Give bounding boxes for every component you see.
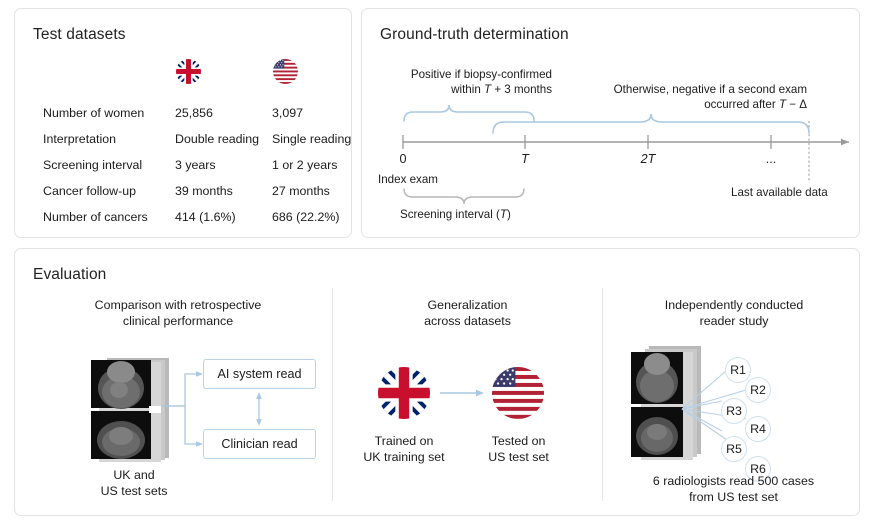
section2-right-caption-line1: Tested on: [491, 434, 546, 448]
last-available-data-label: Last available data: [731, 186, 828, 199]
positive-rule-line1: Positive if biopsy-confirmed: [410, 68, 552, 81]
panel-test-datasets: Test datasets Number of women 25,856 3,0…: [14, 8, 352, 238]
reader-label-R5: R5: [726, 442, 742, 456]
negative-rule-pre: occurred after: [704, 98, 779, 111]
section2-title-line1: Generalization: [427, 298, 508, 312]
reader-badge-R5[interactable]: R5: [721, 436, 747, 462]
screening-interval-var: T: [499, 208, 507, 221]
mammogram-stack-reader-study: [623, 344, 713, 469]
table-cell-uk: 25,856: [175, 106, 213, 120]
us-flag-icon: [492, 367, 544, 419]
tick-label-0: 0: [399, 152, 407, 166]
tick-label-T: T: [521, 152, 529, 166]
tick-label-ellipsis: ...: [765, 152, 777, 166]
table-row-label: Screening interval: [43, 158, 143, 172]
reader-badge-R1[interactable]: R1: [725, 357, 751, 383]
table-row-label: Cancer follow-up: [43, 184, 136, 198]
panel-title-ground-truth: Ground-truth determination: [380, 26, 569, 43]
uk-flag-icon: [378, 367, 430, 419]
table-cell-us: 27 months: [272, 184, 330, 198]
uk-flag-icon: [176, 59, 201, 84]
reader-label-R4: R4: [750, 422, 766, 436]
reader-badge-R4[interactable]: R4: [745, 416, 771, 442]
table-row-label: Number of women: [43, 106, 145, 120]
reader-badge-R3[interactable]: R3: [721, 398, 747, 424]
panel-title-test-datasets: Test datasets: [33, 26, 126, 43]
table-cell-us: 3,097: [272, 106, 304, 120]
positive-rule-line2: within T + 3 months: [372, 82, 552, 97]
section3-caption-line1: 6 radiologists read 500 cases: [652, 474, 815, 488]
generalization-arrowhead: [476, 389, 484, 397]
brace-positive-rule: [403, 104, 535, 122]
table-cell-uk: 3 years: [175, 158, 216, 172]
section2-left-caption-line1: Trained on: [374, 434, 434, 448]
table-row-label: Interpretation: [43, 132, 117, 146]
panel-title-evaluation: Evaluation: [33, 266, 107, 283]
negative-rule-line2: occurred after T − Δ: [542, 97, 807, 112]
ai-system-read-box[interactable]: AI system read: [203, 359, 316, 389]
reader-label-R1: R1: [730, 363, 746, 377]
ai-system-read-label: AI system read: [217, 367, 302, 381]
screening-interval-post: ): [506, 208, 511, 221]
table-cell-uk: Double reading: [175, 132, 260, 146]
clinician-read-box[interactable]: Clinician read: [203, 429, 316, 459]
table-row-label: Number of cancers: [43, 210, 148, 224]
panel-ground-truth: Ground-truth determination Positive if b…: [361, 8, 860, 238]
brace-negative-rule: [492, 113, 810, 134]
section2-left-caption-line2: UK training set: [363, 450, 445, 464]
panel-evaluation: Evaluation Comparison with retrospective…: [14, 248, 860, 516]
section3-title-line2: reader study: [699, 314, 769, 328]
section2-right-caption-line2: US test set: [488, 450, 549, 464]
screening-interval-label: Screening interval (T): [400, 207, 511, 222]
timeline-arrowhead: [841, 138, 849, 146]
clinician-read-label: Clinician read: [221, 437, 298, 451]
positive-rule-pre: within: [451, 83, 484, 96]
section3-caption-line2: from US test set: [689, 490, 778, 504]
negative-rule-post: − Δ: [786, 98, 807, 111]
section1-caption-line1: UK and: [113, 468, 155, 482]
section1-caption-line2: US test sets: [100, 484, 168, 498]
reader-label-R2: R2: [750, 383, 766, 397]
reader-badge-R2[interactable]: R2: [745, 377, 771, 403]
compare-arrow-down: [256, 419, 262, 426]
index-exam-label: Index exam: [378, 173, 438, 186]
section3-title-line1: Independently conducted: [664, 298, 804, 312]
mammogram-stack-comparison: [79, 356, 199, 471]
brace-screening-interval: [403, 188, 525, 205]
screening-interval-pre: Screening interval (: [400, 208, 500, 221]
negative-rule-line1: Otherwise, negative if a second exam: [613, 83, 807, 96]
section1-title-line1: Comparison with retrospective: [94, 298, 262, 312]
reader-label-R3: R3: [726, 404, 742, 418]
negative-rule-var: T: [778, 98, 787, 111]
table-cell-uk: 39 months: [175, 184, 233, 198]
table-cell-us: 686 (22.2%): [272, 210, 340, 224]
table-cell-us: 1 or 2 years: [272, 158, 338, 172]
figure-root: Test datasets Number of women 25,856 3,0…: [0, 0, 874, 527]
section2-title-line2: across datasets: [424, 314, 511, 328]
tick-label-2T: 2T: [640, 152, 656, 166]
section-divider-2: [602, 288, 603, 501]
compare-arrow-up: [256, 392, 262, 399]
section-divider-1: [332, 288, 333, 501]
table-cell-us: Single reading: [272, 132, 352, 146]
table-cell-uk: 414 (1.6%): [175, 210, 236, 224]
us-flag-icon: [273, 59, 298, 84]
section1-title-line2: clinical performance: [122, 314, 234, 328]
